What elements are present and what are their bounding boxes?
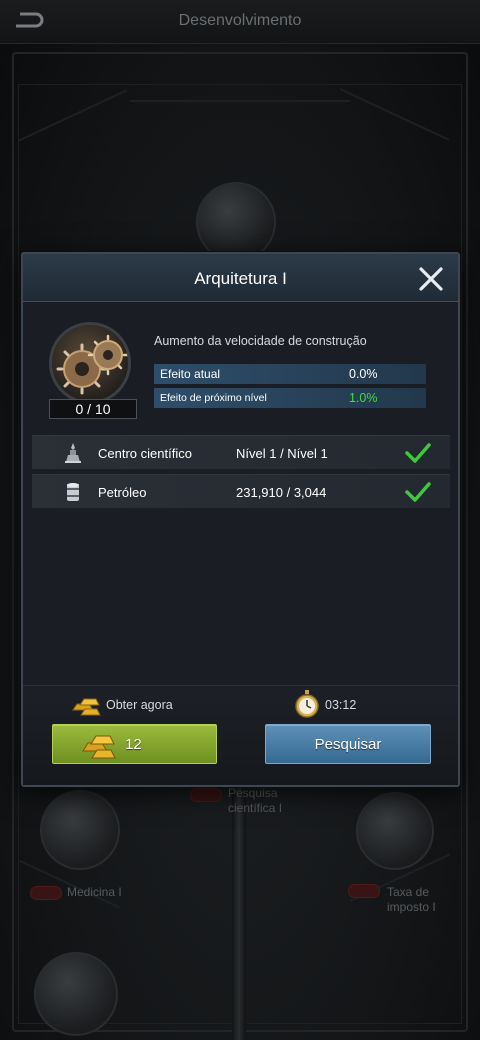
top-bar: Desenvolvimento — [0, 0, 480, 44]
node-label-medicine: Medicina I — [67, 885, 122, 899]
gold-bars-icon — [82, 735, 116, 759]
tree-pipe — [232, 780, 246, 1040]
stat-label: Efeito de próximo nível — [160, 392, 267, 404]
stat-label: Efeito atual — [160, 367, 221, 381]
oil-barrel-icon — [67, 483, 79, 501]
gold-cost: 12 — [125, 736, 142, 753]
modal-title: Arquitetura I — [194, 269, 287, 288]
node-label-research: Pesquisa científica I — [228, 786, 283, 815]
research-button[interactable]: Pesquisar — [265, 724, 431, 764]
tree-node-medkit[interactable] — [34, 952, 118, 1036]
get-now-label: Obter agora — [106, 698, 173, 712]
gold-bars-icon — [72, 698, 101, 716]
tech-description: Aumento da velocidade de construção — [154, 334, 367, 348]
level-pill — [190, 788, 222, 802]
requirement-row: Petróleo 231,910 / 3,044 — [32, 474, 450, 508]
timer-value: 03:12 — [325, 698, 357, 712]
modal-footer: Obter agora 03:12 12 Pesquisar — [23, 685, 458, 785]
level-pill — [348, 884, 380, 898]
modal-header: Arquitetura I — [23, 254, 458, 302]
stat-current-effect: Efeito atual 0.0% — [154, 364, 426, 384]
gears-icon — [49, 322, 131, 404]
science-center-icon — [65, 443, 81, 463]
buy-with-gold-button[interactable]: 12 — [52, 724, 217, 764]
tree-node-medicine[interactable] — [40, 790, 120, 870]
research-button-label: Pesquisar — [314, 736, 382, 753]
page-title: Desenvolvimento — [178, 12, 302, 29]
stat-next-effect: Efeito de próximo nível 1.0% — [154, 388, 426, 408]
stopwatch-icon — [295, 690, 319, 718]
close-icon[interactable] — [414, 262, 448, 296]
requirement-name: Centro científico — [98, 446, 192, 461]
checkmark-icon — [405, 482, 431, 502]
tree-node-tax[interactable] — [356, 792, 434, 870]
stat-value: 0.0% — [349, 367, 378, 381]
tree-connector — [130, 100, 350, 102]
research-progress: 0 / 10 — [49, 399, 137, 419]
checkmark-icon — [405, 443, 431, 463]
level-pill — [30, 886, 62, 900]
requirement-value: 231,910 / 3,044 — [236, 485, 327, 500]
requirement-name: Petróleo — [98, 485, 147, 500]
tree-node-architecture[interactable] — [196, 182, 276, 262]
requirement-row: Centro científico Nível 1 / Nível 1 — [32, 435, 450, 469]
requirement-value: Nível 1 / Nível 1 — [236, 446, 328, 461]
stat-value: 1.0% — [349, 391, 378, 405]
research-modal: Arquitetura I 0 / 10 Aumento da velocida… — [21, 252, 460, 787]
node-label-tax: Taxa de imposto I — [387, 885, 436, 914]
